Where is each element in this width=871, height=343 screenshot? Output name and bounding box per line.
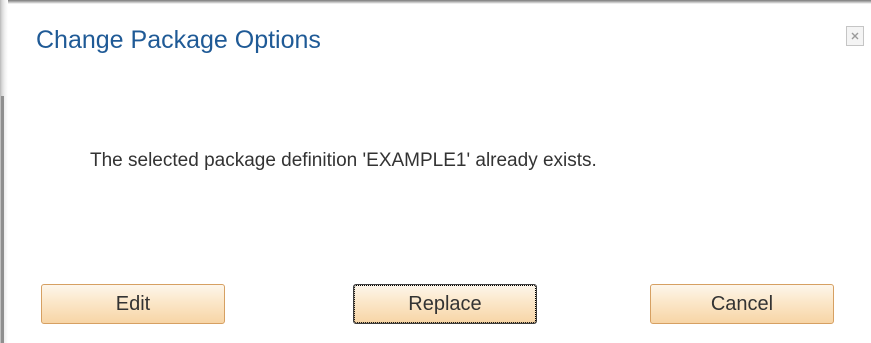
window-left-edge — [0, 0, 8, 343]
dialog-title: Change Package Options — [36, 26, 321, 54]
close-button[interactable] — [846, 26, 864, 46]
cancel-button[interactable]: Cancel — [650, 284, 834, 324]
close-icon — [851, 32, 859, 40]
replace-button[interactable]: Replace — [353, 284, 537, 324]
window-shadow-line — [1, 96, 4, 343]
dialog-message: The selected package definition 'EXAMPLE… — [90, 150, 597, 171]
edit-button[interactable]: Edit — [41, 284, 225, 324]
change-package-options-dialog: Change Package Options The selected pack… — [8, 4, 871, 343]
